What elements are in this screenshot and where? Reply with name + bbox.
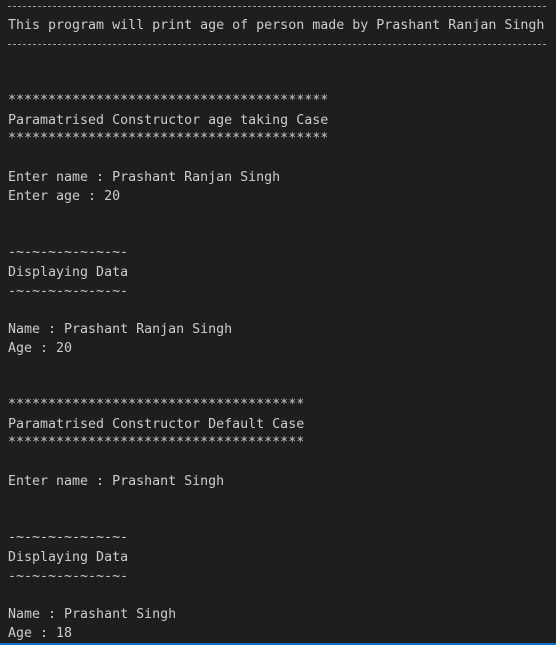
case2-output-age: Age : 18 bbox=[8, 626, 73, 641]
terminal-output[interactable]: This program will print age of person ma… bbox=[0, 0, 556, 643]
case2-display-title: Displaying Data bbox=[8, 550, 129, 565]
case1-display-title: Displaying Data bbox=[8, 265, 129, 280]
case2-stars-top: ************************************* bbox=[8, 397, 305, 412]
case1-stars-bottom: **************************************** bbox=[8, 131, 329, 146]
case1-output-name: Name : Prashant Ranjan Singh bbox=[8, 322, 233, 337]
case1-output-age: Age : 20 bbox=[8, 341, 73, 356]
case2-prompt-name: Enter name : Prashant Singh bbox=[8, 474, 225, 489]
case2-display-divider-top: -~-~-~-~-~-~-~- bbox=[8, 530, 129, 545]
header-divider-top bbox=[8, 0, 546, 16]
case1-title: Paramatrised Constructor age taking Case bbox=[8, 113, 329, 128]
case1-display-divider-bottom: -~-~-~-~-~-~-~- bbox=[8, 284, 129, 299]
case2-title: Paramatrised Constructor Default Case bbox=[8, 417, 305, 432]
case1-display-divider-top: -~-~-~-~-~-~-~- bbox=[8, 245, 129, 260]
case2-stars-bottom: ************************************* bbox=[8, 435, 305, 450]
case1-stars-top: **************************************** bbox=[8, 93, 329, 108]
case1-prompt-name: Enter name : Prashant Ranjan Singh bbox=[8, 170, 281, 185]
case2-display-divider-bottom: -~-~-~-~-~-~-~- bbox=[8, 569, 129, 584]
case2-output-name: Name : Prashant Singh bbox=[8, 607, 177, 622]
case1-prompt-age: Enter age : 20 bbox=[8, 189, 121, 204]
header-divider-bottom bbox=[8, 35, 546, 54]
header-title: This program will print age of person ma… bbox=[8, 18, 545, 33]
